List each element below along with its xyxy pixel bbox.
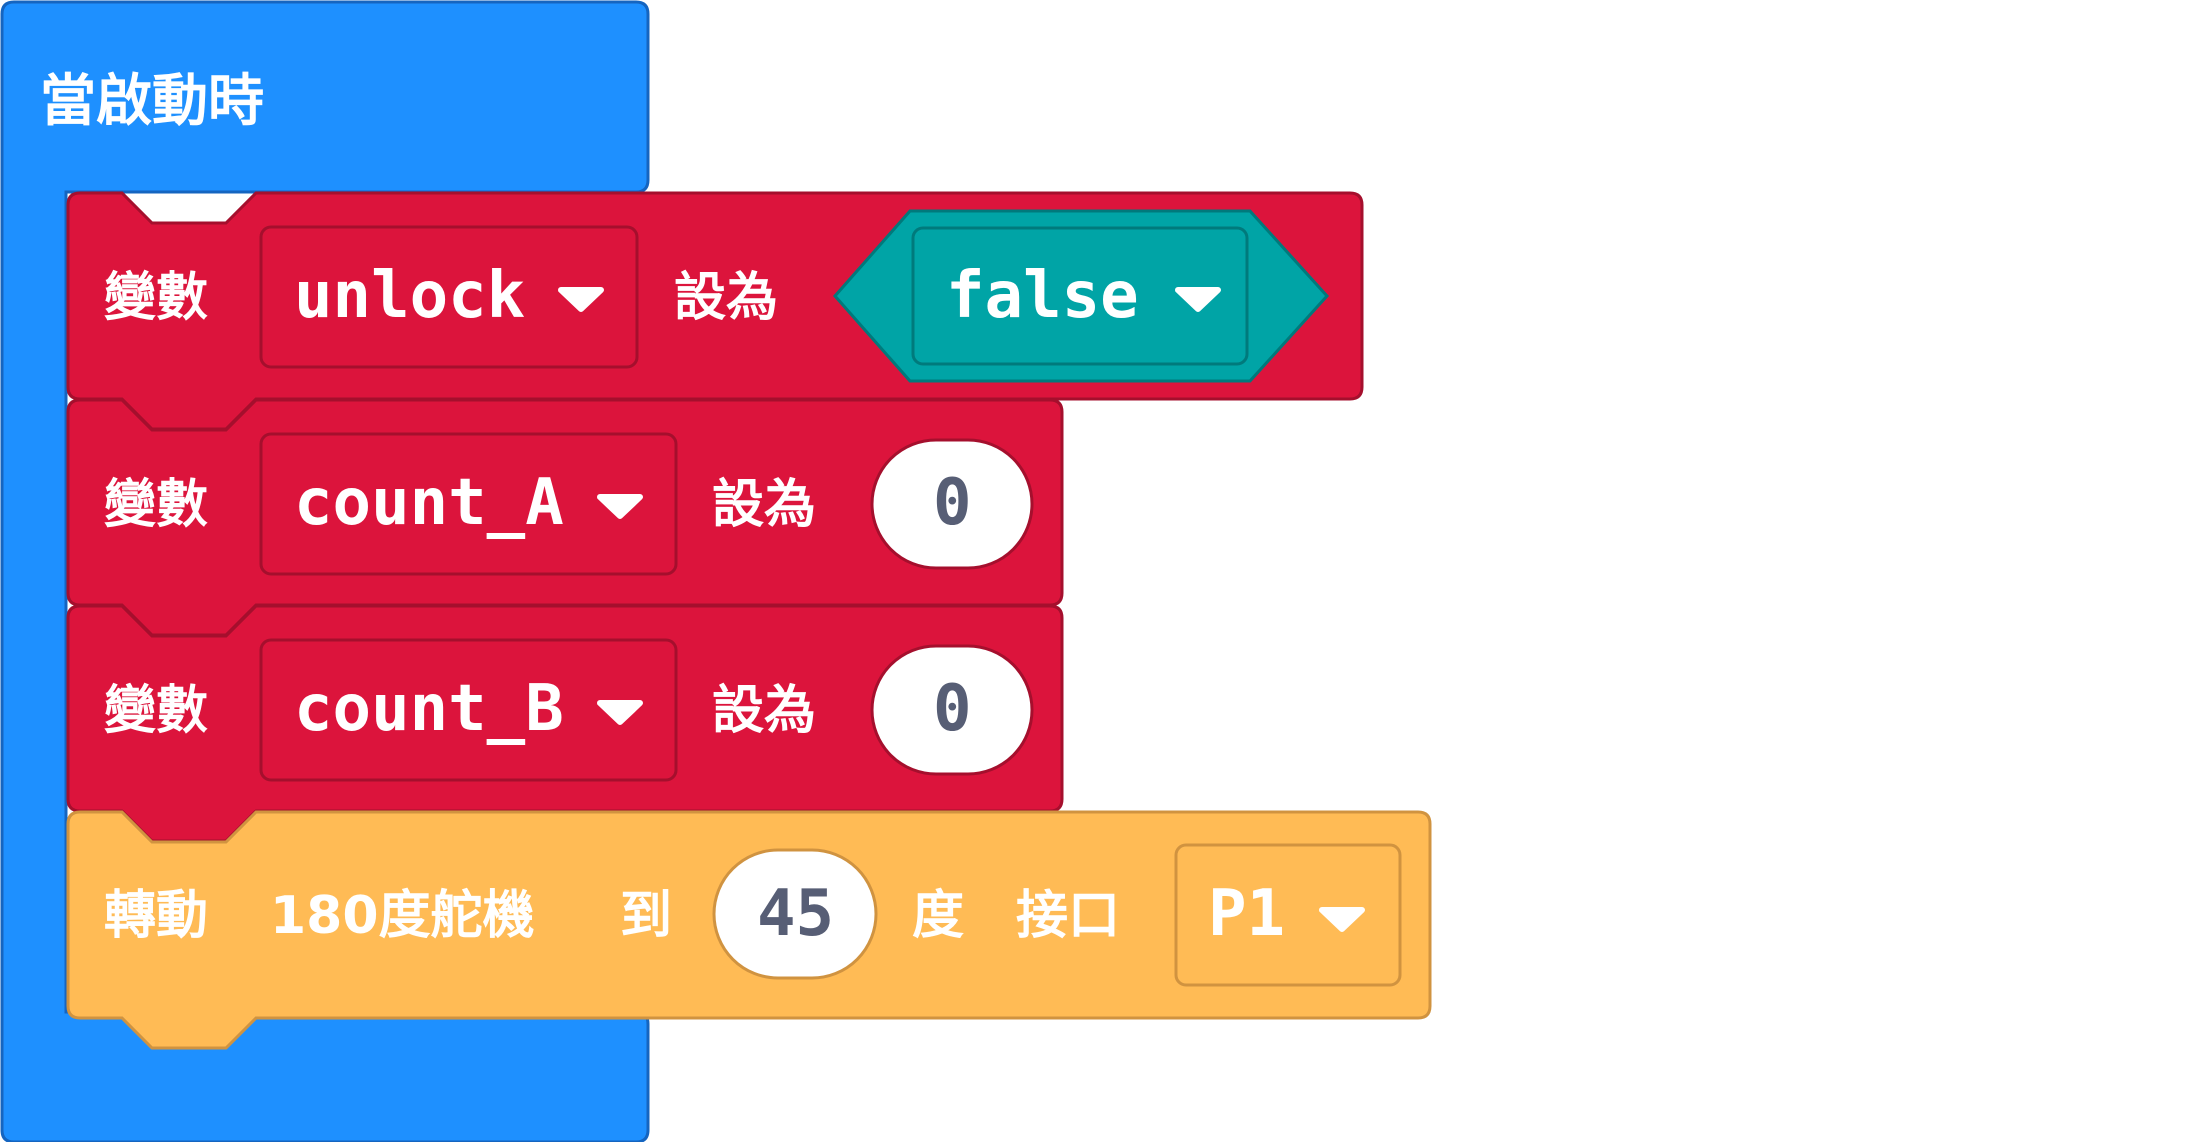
servo-pin-value: P1 [1208,877,1286,951]
servo-rotate-label: 轉動 [104,886,209,946]
variable-prefix-label: 變數 [104,268,209,328]
variable-prefix-label: 變數 [104,681,209,741]
unlock-variable-name: unlock [294,259,526,333]
count-a-variable-name: count_A [294,466,564,540]
count-a-value-text: 0 [933,466,972,540]
servo-to-label: 到 [620,886,673,946]
count-b-value-text: 0 [933,672,972,746]
count-b-variable-name: count_B [294,672,564,746]
servo-pin-label: 接口 [1016,886,1121,946]
blocks-workspace: 當啟動時 變數 unlock 設為 false 變數 count_A 設為 0 … [0,0,2200,1142]
false-value-text: false [946,259,1139,333]
variable-prefix-label: 變數 [104,475,209,535]
set-to-label: 設為 [712,475,817,535]
on-start-label: 當啟動時 [40,69,264,134]
servo-degree-label: 度 [912,886,965,946]
servo-angle-value: 45 [757,877,835,951]
set-to-label: 設為 [712,681,817,741]
servo-type-label: 180度舵機 [270,886,535,946]
set-to-label: 設為 [674,268,779,328]
